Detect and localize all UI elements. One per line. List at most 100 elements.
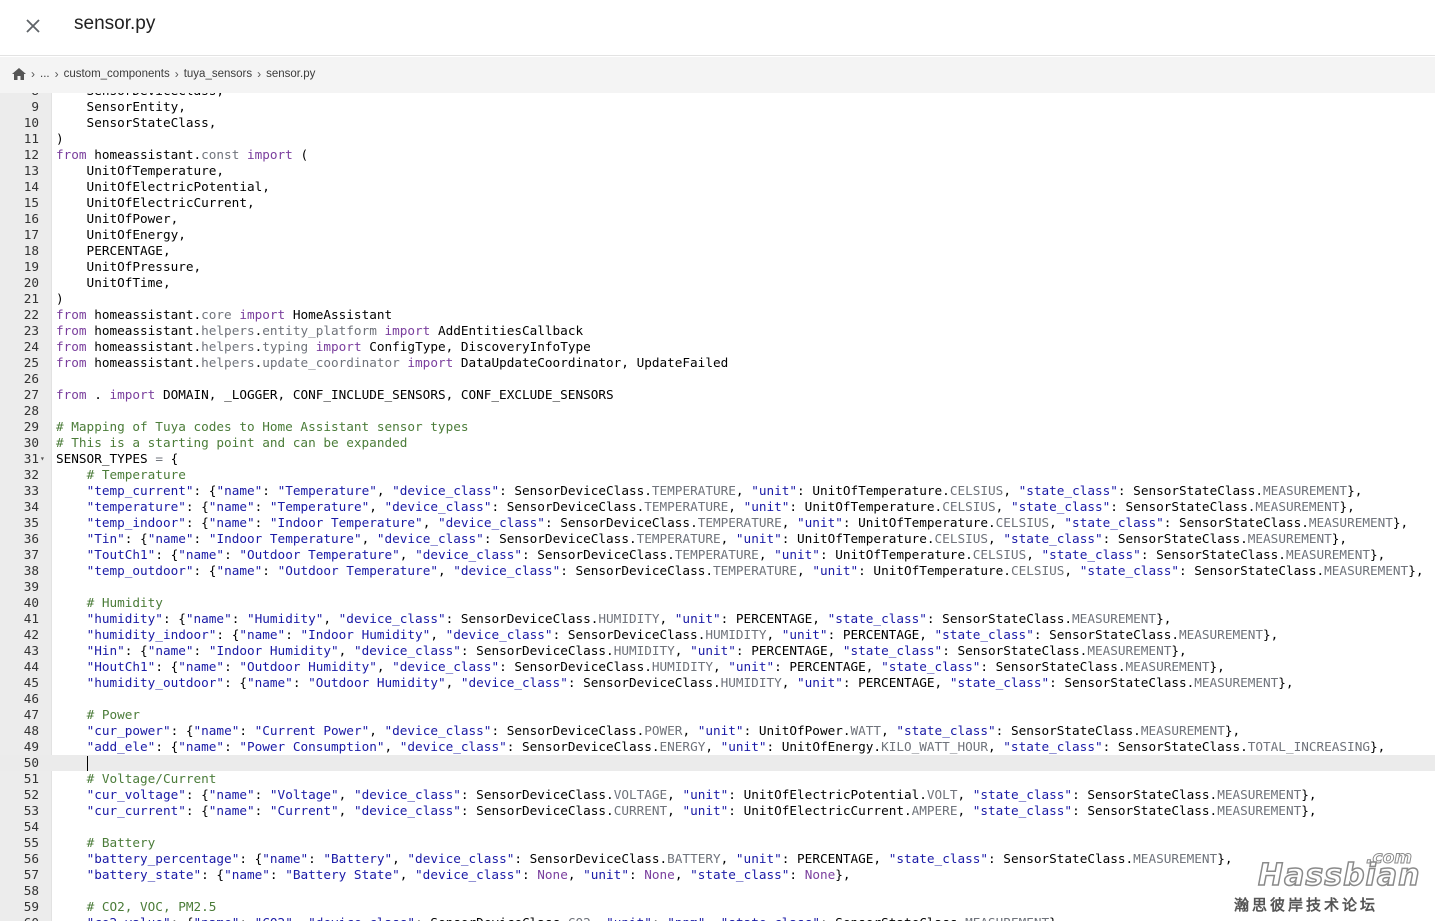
code-line[interactable]: 37 "ToutCh1": {"name": "Outdoor Temperat…: [0, 547, 1435, 563]
code-line[interactable]: 20 UnitOfTime,: [0, 275, 1435, 291]
code-line[interactable]: 42 "humidity_indoor": {"name": "Indoor H…: [0, 627, 1435, 643]
chevron-right-icon: ›: [54, 67, 59, 81]
code-line[interactable]: 36 "Tin": {"name": "Indoor Temperature",…: [0, 531, 1435, 547]
line-number: 53: [23, 803, 39, 818]
code-line[interactable]: 32 # Temperature: [0, 467, 1435, 483]
breadcrumb-bar: › ... › custom_components › tuya_sensors…: [0, 57, 1435, 93]
fold-arrow-icon[interactable]: ▾: [40, 451, 45, 467]
line-number: 43: [23, 643, 39, 658]
code-line[interactable]: 51 # Voltage/Current: [0, 771, 1435, 787]
code-line[interactable]: 53 "cur_current": {"name": "Current", "d…: [0, 803, 1435, 819]
breadcrumb-sensor-py[interactable]: sensor.py: [266, 68, 315, 80]
code-line[interactable]: 54: [0, 819, 1435, 835]
code-line[interactable]: 31 ▾ SENSOR_TYPES = {: [0, 451, 1435, 467]
code-text: "battery_percentage": {"name": "Battery"…: [86, 851, 1233, 866]
breadcrumb-tuya-sensors[interactable]: tuya_sensors: [184, 68, 252, 80]
code-line[interactable]: 44 "HoutCh1": {"name": "Outdoor Humidity…: [0, 659, 1435, 675]
code-line[interactable]: 10 SensorStateClass,: [0, 115, 1435, 131]
line-number: 22: [23, 307, 39, 322]
code-line[interactable]: 34 "temperature": {"name": "Temperature"…: [0, 499, 1435, 515]
code-line[interactable]: 60 "co2_value": {"name": "CO2", "device_…: [0, 915, 1435, 921]
code-line[interactable]: 12 from homeassistant.const import (: [0, 147, 1435, 163]
code-line[interactable]: 24 from homeassistant.helpers.typing impo…: [0, 339, 1435, 355]
breadcrumb-custom-components[interactable]: custom_components: [64, 68, 170, 80]
line-number: 29: [23, 419, 39, 434]
code-line[interactable]: 14 UnitOfElectricPotential,: [0, 179, 1435, 195]
line-number: 37: [23, 547, 39, 562]
code-text: "add_ele": {"name": "Power Consumption",…: [86, 739, 1386, 754]
code-line[interactable]: 9 SensorEntity,: [0, 99, 1435, 115]
code-line[interactable]: 26: [0, 371, 1435, 387]
code-line[interactable]: 33 "temp_current": {"name": "Temperature…: [0, 483, 1435, 499]
code-text: "Hin": {"name": "Indoor Humidity", "devi…: [86, 643, 1187, 658]
code-line[interactable]: 19 UnitOfPressure,: [0, 259, 1435, 275]
line-number: 35: [23, 515, 39, 530]
close-button[interactable]: [16, 9, 50, 43]
line-number: 57: [23, 867, 39, 882]
code-line[interactable]: 57 "battery_state": {"name": "Battery St…: [0, 867, 1435, 883]
code-text: # Temperature: [86, 467, 186, 482]
code-line[interactable]: 13 UnitOfTemperature,: [0, 163, 1435, 179]
code-line[interactable]: 15 UnitOfElectricCurrent,: [0, 195, 1435, 211]
code-line[interactable]: 52 "cur_voltage": {"name": "Voltage", "d…: [0, 787, 1435, 803]
code-line[interactable]: 46: [0, 691, 1435, 707]
code-line[interactable]: 18 PERCENTAGE,: [0, 243, 1435, 259]
code-text: # Mapping of Tuya codes to Home Assistan…: [56, 419, 469, 434]
line-number: 16: [23, 211, 39, 226]
line-number: 49: [23, 739, 39, 754]
code-line[interactable]: 39: [0, 579, 1435, 595]
line-number: 46: [23, 691, 39, 706]
code-line[interactable]: 49 "add_ele": {"name": "Power Consumptio…: [0, 739, 1435, 755]
code-line[interactable]: 30 # This is a starting point and can be …: [0, 435, 1435, 451]
code-line[interactable]: 59 # CO2, VOC, PM2.5: [0, 899, 1435, 915]
line-number: 59: [23, 899, 39, 914]
code-line[interactable]: 40 # Humidity: [0, 595, 1435, 611]
code-line[interactable]: 16 UnitOfPower,: [0, 211, 1435, 227]
line-number: 36: [23, 531, 39, 546]
code-line[interactable]: 45 "humidity_outdoor": {"name": "Outdoor…: [0, 675, 1435, 691]
code-line[interactable]: 56 "battery_percentage": {"name": "Batte…: [0, 851, 1435, 867]
line-number: 44: [23, 659, 39, 674]
code-line[interactable]: 47 # Power: [0, 707, 1435, 723]
code-line[interactable]: 22 from homeassistant.core import HomeAss…: [0, 307, 1435, 323]
line-number: 42: [23, 627, 39, 642]
code-line[interactable]: 17 UnitOfEnergy,: [0, 227, 1435, 243]
home-icon[interactable]: [12, 68, 26, 80]
code-line[interactable]: 48 "cur_power": {"name": "Current Power"…: [0, 723, 1435, 739]
code-editor[interactable]: 8 SensorDeviceClass,9 SensorEntity,10 Se…: [0, 93, 1435, 921]
code-line[interactable]: 23 from homeassistant.helpers.entity_plat…: [0, 323, 1435, 339]
code-text: UnitOfElectricCurrent,: [56, 195, 255, 210]
code-line[interactable]: 50: [0, 755, 1435, 771]
line-number: 60: [0, 915, 39, 921]
code-line[interactable]: 27 from . import DOMAIN, _LOGGER, CONF_IN…: [0, 387, 1435, 403]
line-number: 51: [23, 771, 39, 786]
breadcrumb-ellipsis[interactable]: ...: [40, 68, 50, 80]
code-lines[interactable]: 8 SensorDeviceClass,9 SensorEntity,10 Se…: [0, 93, 1435, 921]
code-line[interactable]: 38 "temp_outdoor": {"name": "Outdoor Tem…: [0, 563, 1435, 579]
code-line[interactable]: 43 "Hin": {"name": "Indoor Humidity", "d…: [0, 643, 1435, 659]
code-line[interactable]: 25 from homeassistant.helpers.update_coor…: [0, 355, 1435, 371]
line-number: 40: [23, 595, 39, 610]
line-number: 50: [23, 755, 39, 770]
line-number: 31: [23, 451, 39, 466]
text-cursor: [87, 756, 88, 771]
line-number: 32: [23, 467, 39, 482]
code-line[interactable]: 41 "humidity": {"name": "Humidity", "dev…: [0, 611, 1435, 627]
line-number: 41: [23, 611, 39, 626]
chevron-right-icon: ›: [31, 67, 35, 81]
code-text: from homeassistant.core import HomeAssis…: [56, 307, 393, 322]
line-number: 47: [23, 707, 39, 722]
code-line[interactable]: 28: [0, 403, 1435, 419]
code-text: "cur_power": {"name": "Current Power", "…: [86, 723, 1241, 738]
code-text: # Humidity: [86, 595, 163, 610]
code-line[interactable]: 55 # Battery: [0, 835, 1435, 851]
line-number: 11: [23, 131, 39, 146]
code-line[interactable]: 21): [0, 291, 1435, 307]
code-line[interactable]: 29 # Mapping of Tuya codes to Home Assist…: [0, 419, 1435, 435]
line-number: 58: [23, 883, 39, 898]
code-line[interactable]: 58: [0, 883, 1435, 899]
code-line[interactable]: 35 "temp_indoor": {"name": "Indoor Tempe…: [0, 515, 1435, 531]
line-number: 15: [23, 195, 39, 210]
code-line[interactable]: 11): [0, 131, 1435, 147]
